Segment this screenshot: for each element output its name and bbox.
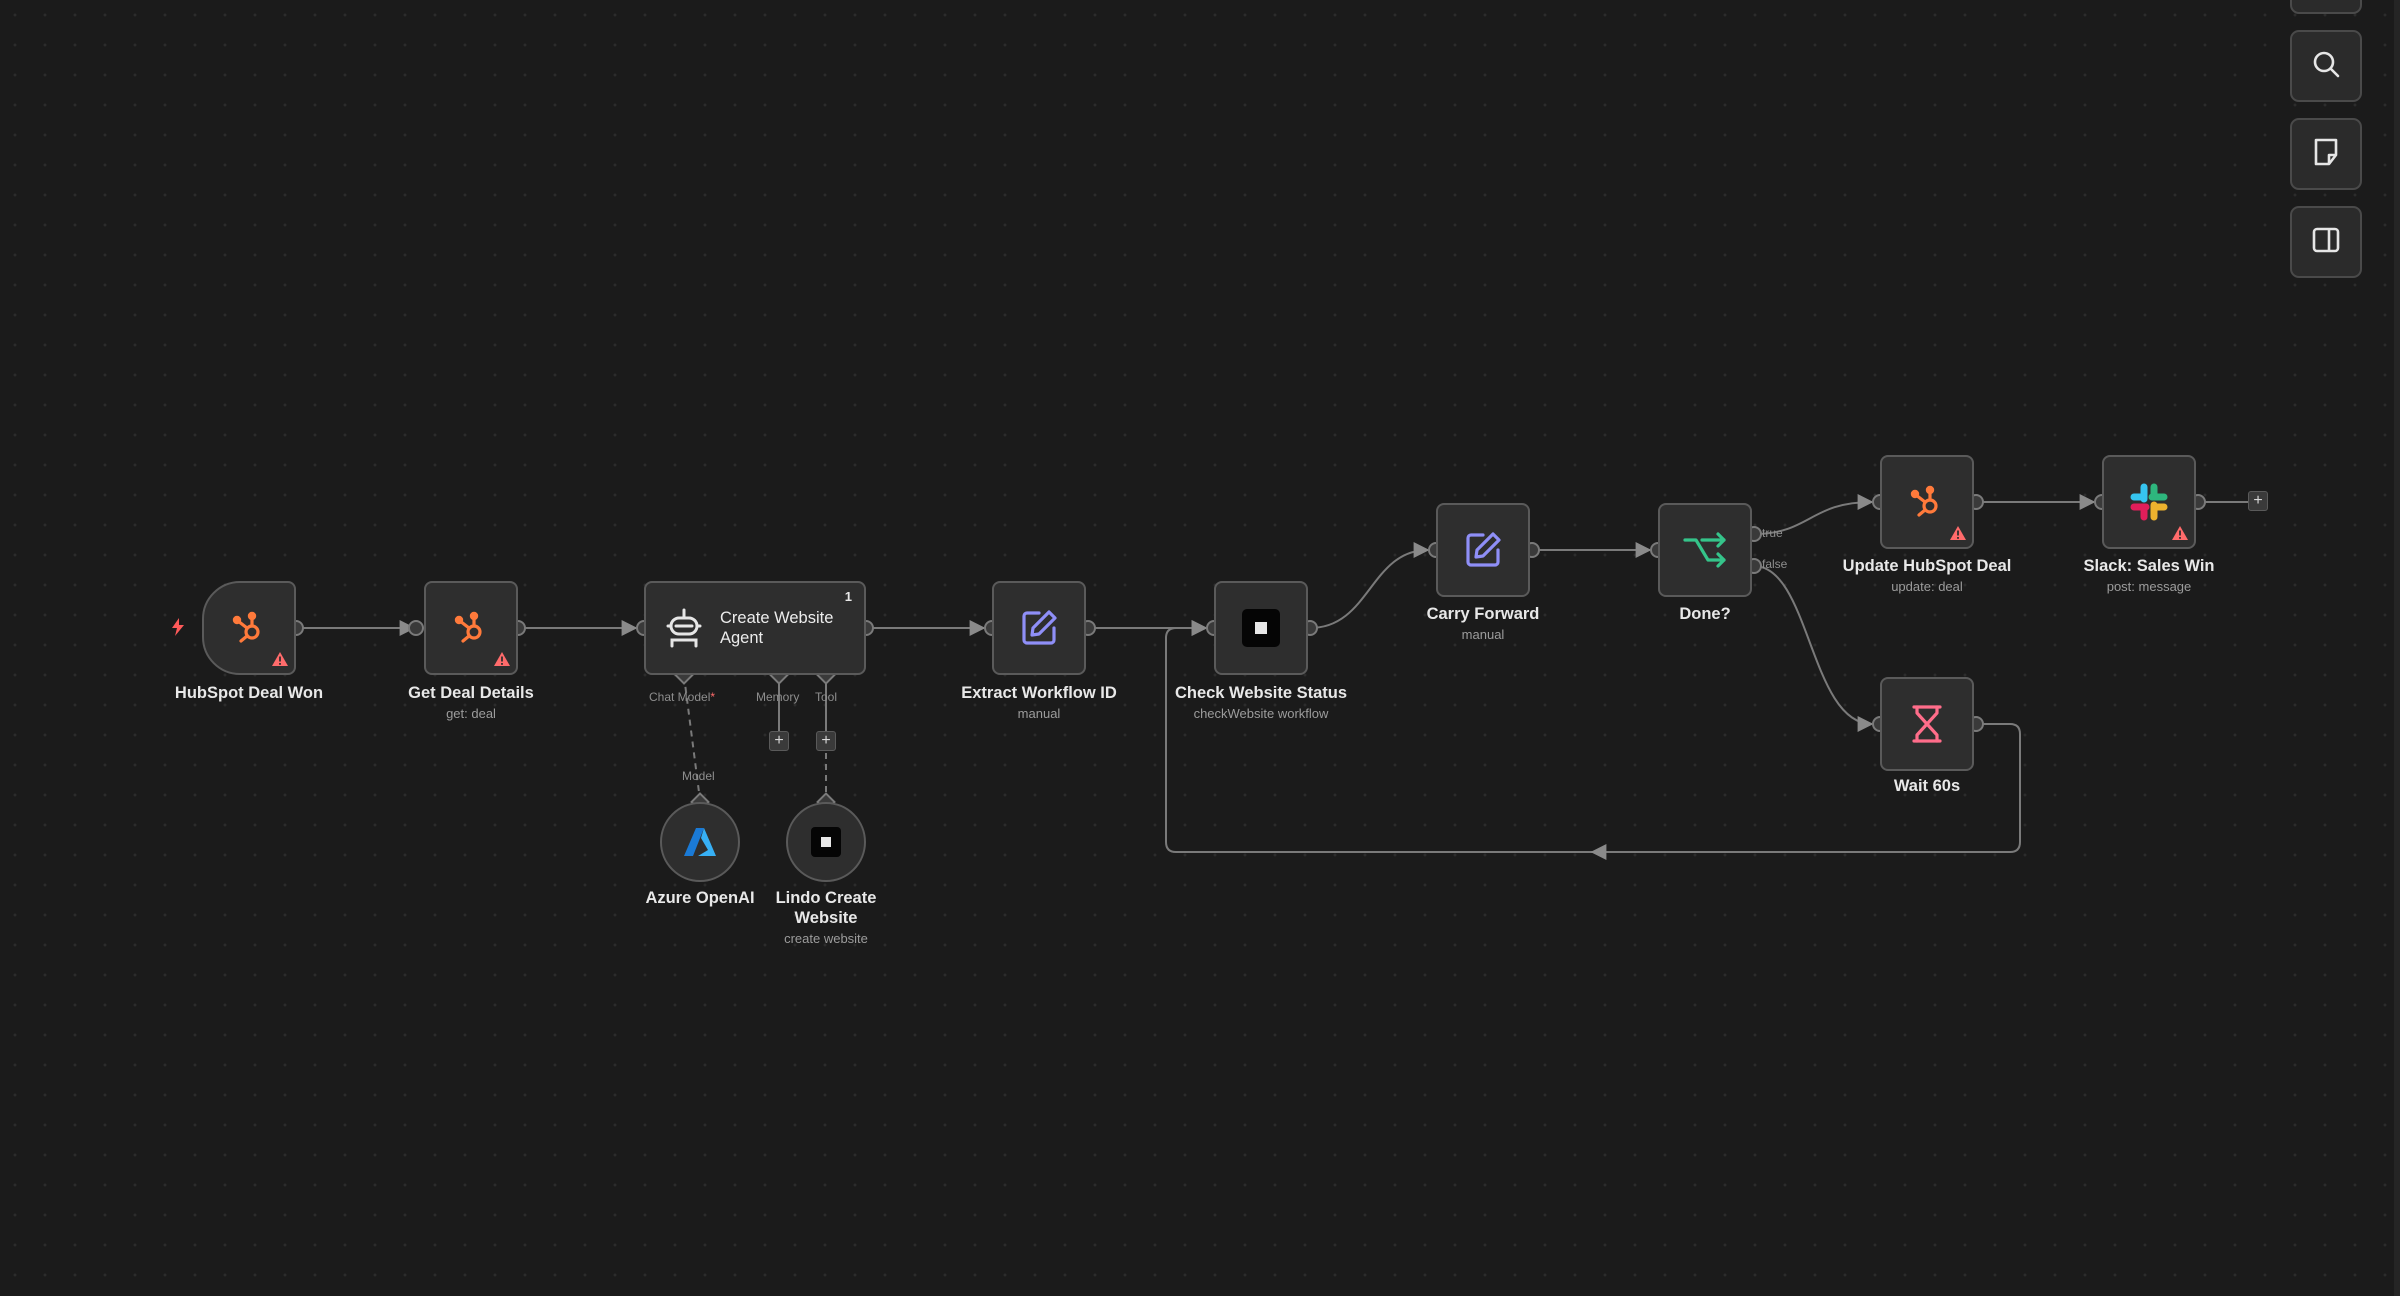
warning-icon — [493, 651, 511, 667]
search-button[interactable] — [2290, 30, 2362, 102]
node-update-hubspot-deal[interactable] — [1880, 455, 1974, 549]
branch-label-true: true — [1762, 526, 1783, 540]
azure-icon — [682, 826, 718, 858]
node-lindo-create-website[interactable] — [786, 802, 866, 882]
lindo-icon — [1241, 608, 1281, 648]
node-label: Done? — [1679, 605, 1731, 623]
node-get-deal-details[interactable] — [424, 581, 518, 675]
node-done-if[interactable] — [1658, 503, 1752, 597]
lindo-icon — [810, 826, 842, 858]
hubspot-icon — [451, 608, 491, 648]
node-subtitle: create website — [784, 931, 868, 946]
node-label: Check Website Status — [1174, 684, 1348, 702]
add-memory-button[interactable]: + — [769, 731, 789, 751]
toolbar-top-button[interactable] — [2290, 0, 2362, 14]
node-carry-forward[interactable] — [1436, 503, 1530, 597]
edit-icon — [1462, 529, 1504, 571]
node-label: Update HubSpot Deal — [1842, 557, 2012, 575]
node-hubspot-deal-won[interactable] — [202, 581, 296, 675]
node-subtitle: manual — [1017, 706, 1061, 721]
robot-icon — [662, 606, 706, 650]
node-slack-sales-win[interactable] — [2102, 455, 2196, 549]
edit-icon — [1018, 607, 1060, 649]
sticky-note-icon — [2310, 136, 2342, 173]
workflow-connections — [288, 494, 2248, 860]
hubspot-icon — [229, 608, 269, 648]
port-label-model: Model — [682, 769, 715, 783]
add-tool-button[interactable]: + — [816, 731, 836, 751]
port-label-chat-model: Chat Model* — [649, 690, 716, 704]
search-icon — [2310, 48, 2342, 85]
port-label-tool: Tool — [815, 690, 838, 704]
node-azure-openai[interactable] — [660, 802, 740, 882]
sticky-note-button[interactable] — [2290, 118, 2362, 190]
sidebar-toggle-icon — [2310, 224, 2342, 261]
run-count-badge: 1 — [844, 589, 852, 604]
slack-icon — [2129, 482, 2169, 522]
node-label: HubSpot Deal Won — [174, 684, 324, 702]
hourglass-icon — [1909, 704, 1945, 744]
node-check-website-status[interactable] — [1214, 581, 1308, 675]
node-wait-60s[interactable] — [1880, 677, 1974, 771]
branch-label-false: false — [1762, 557, 1788, 571]
warning-icon — [1949, 525, 1967, 541]
sidebar-toggle-button[interactable] — [2290, 206, 2362, 278]
scrollbar[interactable] — [2394, 0, 2400, 1296]
port-label-memory: Memory — [756, 690, 800, 704]
warning-icon — [2171, 525, 2189, 541]
trigger-bolt-icon — [170, 617, 186, 642]
node-subtitle: update: deal — [1891, 579, 1963, 594]
node-label: Get Deal Details — [408, 684, 534, 702]
warning-icon — [271, 651, 289, 667]
node-title: Create Website Agent — [720, 609, 834, 647]
node-subtitle: checkWebsite workflow — [1193, 706, 1329, 721]
node-label: Wait 60s — [1893, 777, 1961, 795]
node-label: Extract Workflow ID — [961, 684, 1117, 702]
node-extract-workflow-id[interactable] — [992, 581, 1086, 675]
hubspot-icon — [1907, 482, 1947, 522]
node-label: Carry Forward — [1426, 605, 1540, 623]
if-branch-icon — [1682, 530, 1728, 570]
node-subtitle: post: message — [2106, 579, 2192, 594]
node-create-website-agent[interactable]: Create Website Agent 1 — [644, 581, 866, 675]
node-subtitle: manual — [1461, 627, 1505, 642]
node-subtitle: get: deal — [446, 706, 496, 721]
add-node-button[interactable]: + — [2248, 491, 2268, 511]
node-label: Slack: Sales Win — [2083, 557, 2215, 575]
node-label: Lindo Create Website — [775, 889, 877, 927]
